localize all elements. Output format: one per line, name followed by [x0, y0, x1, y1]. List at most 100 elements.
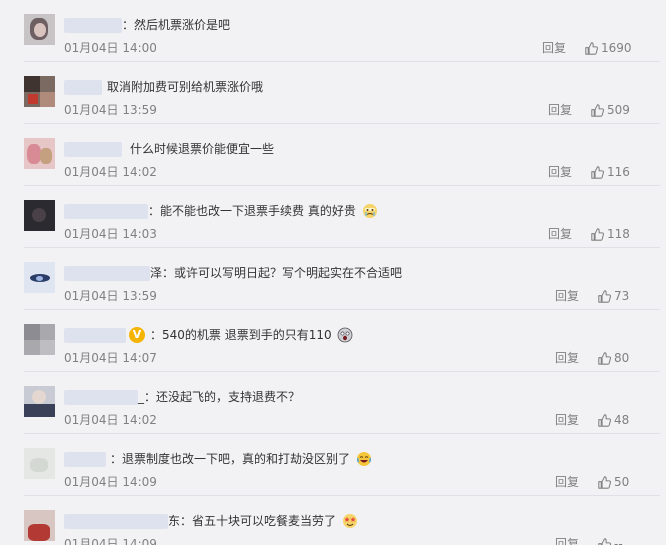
thumbs-up-icon — [585, 42, 599, 55]
like-count: 50 — [614, 475, 630, 489]
avatar[interactable] — [24, 200, 55, 231]
username-blurred[interactable] — [64, 514, 168, 529]
username-blurred[interactable] — [64, 18, 122, 33]
like-button[interactable]: 48 — [598, 412, 629, 428]
reply-button[interactable]: 回复 — [548, 102, 572, 118]
username-blurred[interactable] — [64, 390, 138, 405]
like-button[interactable]: 73 — [598, 288, 629, 304]
comment-text: _：还没起飞的，支持退费不？ — [138, 389, 300, 405]
username-blurred[interactable] — [64, 452, 106, 467]
name-separator: ： — [150, 328, 163, 342]
comment-text: 取消附加费可别给机票涨价哦 — [107, 79, 263, 95]
avatar[interactable] — [24, 14, 55, 45]
comment-text: 泽：或许可以写明日起？写个明起实在不合适吧 — [150, 265, 402, 281]
comment-text: 什么时候退票价能便宜一些 — [130, 141, 274, 157]
crying-face-emoji-icon — [362, 204, 377, 218]
comment-body: 什么时候退票价能便宜一些 — [130, 142, 275, 156]
reply-button[interactable]: 回复 — [555, 536, 579, 545]
like-count: -- — [614, 537, 623, 545]
comment-row: ：能不能也改一下退票手续费 真的好贵 01月04日 14:03 回复 118 — [0, 186, 666, 248]
avatar[interactable] — [24, 386, 55, 417]
like-button[interactable]: 509 — [591, 102, 630, 118]
name-separator: 泽： — [150, 266, 175, 280]
comment-row: 东：省五十块可以吃餐麦当劳了 01月04日 14:09 回复 -- — [0, 496, 666, 545]
like-button[interactable]: 80 — [598, 350, 629, 366]
avatar[interactable] — [24, 76, 55, 107]
comment-time: 01月04日 13:59 — [64, 289, 157, 303]
comment-body: 退票制度也改一下吧，真的和打劫没区别了 — [122, 452, 351, 466]
star-eyes-emoji-icon — [342, 514, 357, 528]
like-button[interactable]: 1690 — [585, 40, 632, 56]
like-button[interactable]: 50 — [598, 474, 629, 490]
reply-button[interactable]: 回复 — [555, 350, 579, 366]
comment-row: 取消附加费可别给机票涨价哦 01月04日 13:59 回复 509 — [0, 62, 666, 124]
thumbs-up-icon — [591, 104, 605, 117]
comment-body: 取消附加费可别给机票涨价哦 — [107, 80, 264, 94]
reply-button[interactable]: 回复 — [555, 288, 579, 304]
comment-row: 什么时候退票价能便宜一些 01月04日 14:02 回复 116 — [0, 124, 666, 186]
name-separator: ： — [110, 452, 123, 466]
shocked-face-emoji-icon — [338, 327, 353, 343]
laughing-crying-emoji-icon — [356, 452, 371, 466]
thumbs-up-icon — [598, 414, 612, 427]
like-button[interactable]: 116 — [591, 164, 630, 180]
comment-text: ：能不能也改一下退票手续费 真的好贵 — [148, 203, 378, 219]
comment-time: 01月04日 14:02 — [64, 165, 157, 179]
thumbs-up-icon — [598, 538, 612, 545]
username-blurred[interactable] — [64, 80, 102, 95]
reply-button[interactable]: 回复 — [548, 164, 572, 180]
username-blurred[interactable] — [64, 204, 148, 219]
like-count: 509 — [607, 103, 630, 117]
comment-time: 01月04日 14:02 — [64, 413, 157, 427]
comment-row: 泽：或许可以写明日起？写个明起实在不合适吧 01月04日 13:59 回复 73 — [0, 248, 666, 310]
avatar[interactable] — [24, 138, 55, 169]
comment-body: 540的机票 退票到手的只有110 — [162, 328, 332, 342]
comment-time: 01月04日 13:59 — [64, 103, 157, 117]
reply-button[interactable]: 回复 — [555, 412, 579, 428]
name-separator: 东： — [168, 514, 193, 528]
thumbs-up-icon — [598, 290, 612, 303]
username-blurred[interactable] — [64, 266, 150, 281]
username-blurred[interactable] — [64, 142, 122, 157]
comment-list: ：然后机票涨价是吧 01月04日 14:00 回复 1690 取消附加费可别给机… — [0, 0, 666, 545]
like-count: 118 — [607, 227, 630, 241]
thumbs-up-icon — [591, 166, 605, 179]
thumbs-up-icon — [598, 476, 612, 489]
comment-body: 还没起飞的，支持退费不？ — [156, 390, 301, 404]
reply-button[interactable]: 回复 — [555, 474, 579, 490]
name-separator: ： — [122, 18, 135, 32]
comment-body: 省五十块可以吃餐麦当劳了 — [192, 514, 337, 528]
name-separator: ： — [148, 204, 161, 218]
thumbs-up-icon — [591, 228, 605, 241]
comment-body: 能不能也改一下退票手续费 真的好贵 — [160, 204, 356, 218]
like-count: 48 — [614, 413, 630, 427]
comment-text: ：退票制度也改一下吧，真的和打劫没区别了 — [110, 451, 372, 467]
username-blurred[interactable] — [64, 328, 126, 343]
comment-body: 或许可以写明日起？写个明起实在不合适吧 — [174, 266, 403, 280]
verified-badge-icon: V — [129, 327, 145, 343]
reply-button[interactable]: 回复 — [548, 226, 572, 242]
reply-button[interactable]: 回复 — [542, 40, 566, 56]
comment-time: 01月04日 14:00 — [64, 41, 157, 55]
comment-row: V ：540的机票 退票到手的只有110 01月04日 14:07 回复 80 — [0, 310, 666, 372]
comment-time: 01月04日 14:09 — [64, 475, 157, 489]
avatar[interactable] — [24, 510, 55, 541]
avatar[interactable] — [24, 448, 55, 479]
comment-text: ：然后机票涨价是吧 — [122, 17, 230, 33]
thumbs-up-icon — [598, 352, 612, 365]
like-button[interactable]: -- — [598, 536, 623, 545]
avatar[interactable] — [24, 324, 55, 355]
comment-time: 01月04日 14:09 — [64, 537, 157, 545]
comment-body: 然后机票涨价是吧 — [134, 18, 231, 32]
like-count: 73 — [614, 289, 630, 303]
name-separator: _： — [138, 390, 157, 404]
comment-time: 01月04日 14:03 — [64, 227, 157, 241]
comment-time: 01月04日 14:07 — [64, 351, 157, 365]
avatar[interactable] — [24, 262, 55, 293]
like-button[interactable]: 118 — [591, 226, 630, 242]
like-count: 116 — [607, 165, 630, 179]
comment-text: ：540的机票 退票到手的只有110 — [150, 327, 353, 343]
comment-row: ：退票制度也改一下吧，真的和打劫没区别了 01月04日 14:09 回复 50 — [0, 434, 666, 496]
comment-row: ：然后机票涨价是吧 01月04日 14:00 回复 1690 — [0, 0, 666, 62]
like-count: 1690 — [601, 41, 632, 55]
